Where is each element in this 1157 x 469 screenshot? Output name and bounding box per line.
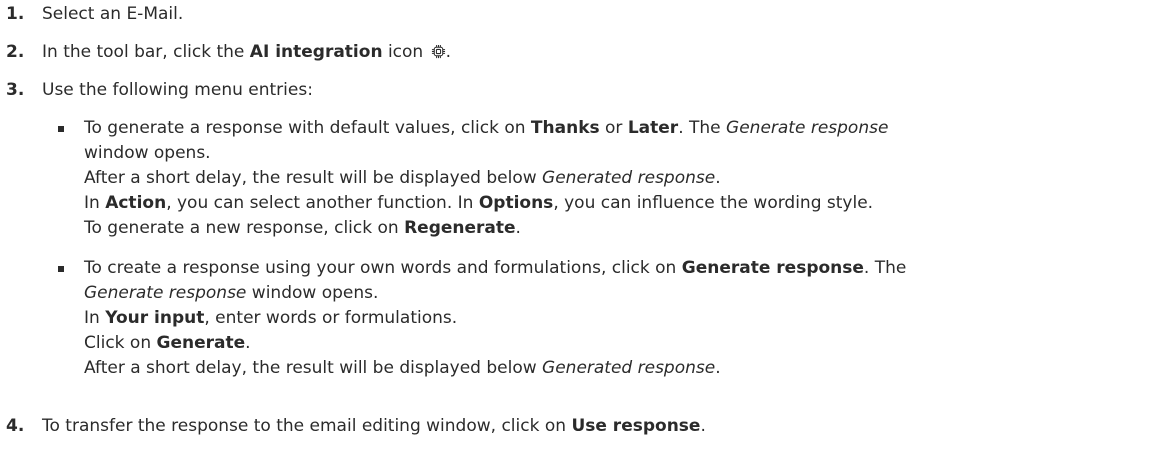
bullet-marker — [58, 266, 64, 272]
step-number: 3. — [6, 80, 25, 100]
step-number: 1. — [6, 4, 25, 24]
ui-term: Regenerate — [404, 218, 516, 238]
step-text: In the tool bar, click the AI integratio… — [42, 42, 452, 62]
ui-term: Use response — [571, 416, 701, 436]
ui-term: Your input — [105, 308, 205, 328]
ui-term: AI integration — [249, 42, 383, 62]
ui-term: Generated response — [542, 358, 716, 378]
bullet-marker — [58, 126, 64, 132]
ui-term: Generate — [156, 333, 246, 353]
ui-term: Later — [627, 118, 679, 138]
ai-chip-icon — [431, 42, 446, 59]
ui-term: Generate response — [84, 283, 247, 303]
step-text: Select an E-Mail. — [42, 4, 184, 24]
step-number: 4. — [6, 416, 25, 436]
ui-term: Options — [478, 193, 554, 213]
bullet-text: To generate a response with default valu… — [84, 118, 889, 238]
ui-term: Thanks — [530, 118, 600, 138]
step-text: Use the following menu entries: — [42, 80, 313, 100]
ui-term: Generate response — [726, 118, 889, 138]
bullet-text: To create a response using your own word… — [84, 258, 907, 378]
ui-term: Action — [105, 193, 167, 213]
ui-term: Generate response — [681, 258, 864, 278]
ui-term: Generated response — [542, 168, 716, 188]
step-number: 2. — [6, 42, 25, 62]
step-text: To transfer the response to the email ed… — [42, 416, 706, 436]
instructions-document: 1. Select an E-Mail. 2. In the tool bar,… — [0, 0, 1157, 469]
